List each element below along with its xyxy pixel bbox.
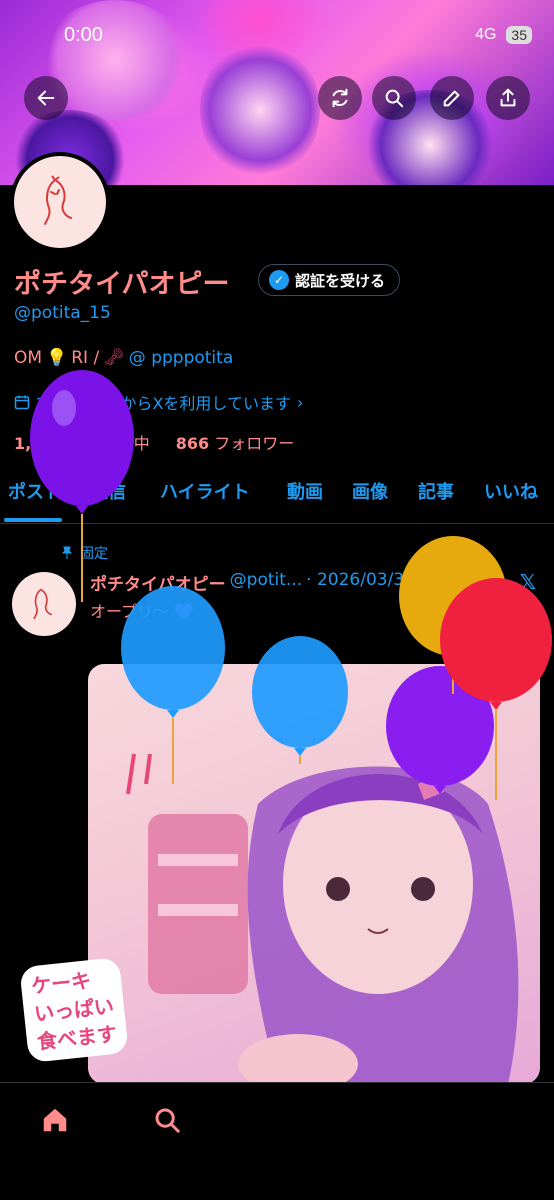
network-label: 4G bbox=[475, 26, 497, 43]
banner-art bbox=[200, 40, 320, 180]
chevron-right-icon: › bbox=[296, 392, 304, 412]
purple-balloon-icon bbox=[30, 370, 134, 602]
display-name: ポチタイパオピー bbox=[14, 269, 230, 300]
share-icon bbox=[500, 88, 516, 107]
tab-videos[interactable]: 動画 bbox=[287, 476, 323, 524]
tab-articles[interactable]: 記事 bbox=[418, 476, 454, 524]
bio-middle: RI / bbox=[71, 348, 100, 368]
profile-handle: @potita_15 bbox=[14, 303, 111, 323]
search-icon bbox=[385, 89, 404, 108]
arrow-left-icon bbox=[37, 90, 55, 106]
verified-badge-icon: ✓ bbox=[269, 270, 289, 290]
red-balloon-icon bbox=[440, 578, 552, 800]
battery-level: 35 bbox=[506, 26, 532, 44]
cake-sticker: ケーキ いっぱい 食べます bbox=[19, 957, 129, 1063]
followers-label: フォロワー bbox=[214, 434, 295, 453]
bio-mention-link[interactable]: @ ppppotita bbox=[129, 348, 233, 368]
search-icon[interactable] bbox=[152, 1105, 182, 1135]
tab-highlights[interactable]: ハイライト bbox=[160, 476, 250, 524]
back-button[interactable] bbox=[24, 76, 68, 120]
get-verified-label: 認証を受ける bbox=[295, 271, 386, 290]
status-indicators: 4G 35 bbox=[475, 26, 532, 44]
search-button[interactable] bbox=[372, 76, 416, 120]
refresh-icon bbox=[332, 88, 348, 108]
tab-images[interactable]: 画像 bbox=[352, 476, 388, 524]
edit-icon bbox=[443, 90, 460, 107]
post-author-handle[interactable]: @potit... bbox=[230, 570, 302, 595]
avatar-art bbox=[44, 175, 72, 225]
status-bar: 0:00 4G 35 bbox=[0, 22, 554, 50]
get-verified-button[interactable]: ✓ 認証を受ける bbox=[258, 264, 401, 296]
refresh-button[interactable] bbox=[318, 76, 362, 120]
tab-likes[interactable]: いいね bbox=[484, 476, 538, 524]
bottom-navigation bbox=[0, 1082, 554, 1200]
blue-balloon-icon bbox=[121, 586, 225, 784]
status-time: 0:00 bbox=[64, 24, 103, 46]
edit-button[interactable] bbox=[430, 76, 474, 120]
followers-count: 866 bbox=[175, 434, 210, 453]
followers-link[interactable]: 866 フォロワー bbox=[176, 430, 295, 454]
share-button[interactable] bbox=[486, 76, 530, 120]
key-icon: 🗝 bbox=[103, 348, 125, 368]
profile-bio: OM 💡 RI / 🗝 @ ppppotita bbox=[14, 348, 233, 368]
lightbulb-icon: 💡 bbox=[46, 348, 68, 368]
profile-avatar[interactable] bbox=[10, 152, 110, 252]
bio-prefix: OM bbox=[14, 348, 43, 368]
blue-balloon-icon bbox=[252, 636, 348, 764]
home-icon[interactable] bbox=[40, 1105, 70, 1135]
